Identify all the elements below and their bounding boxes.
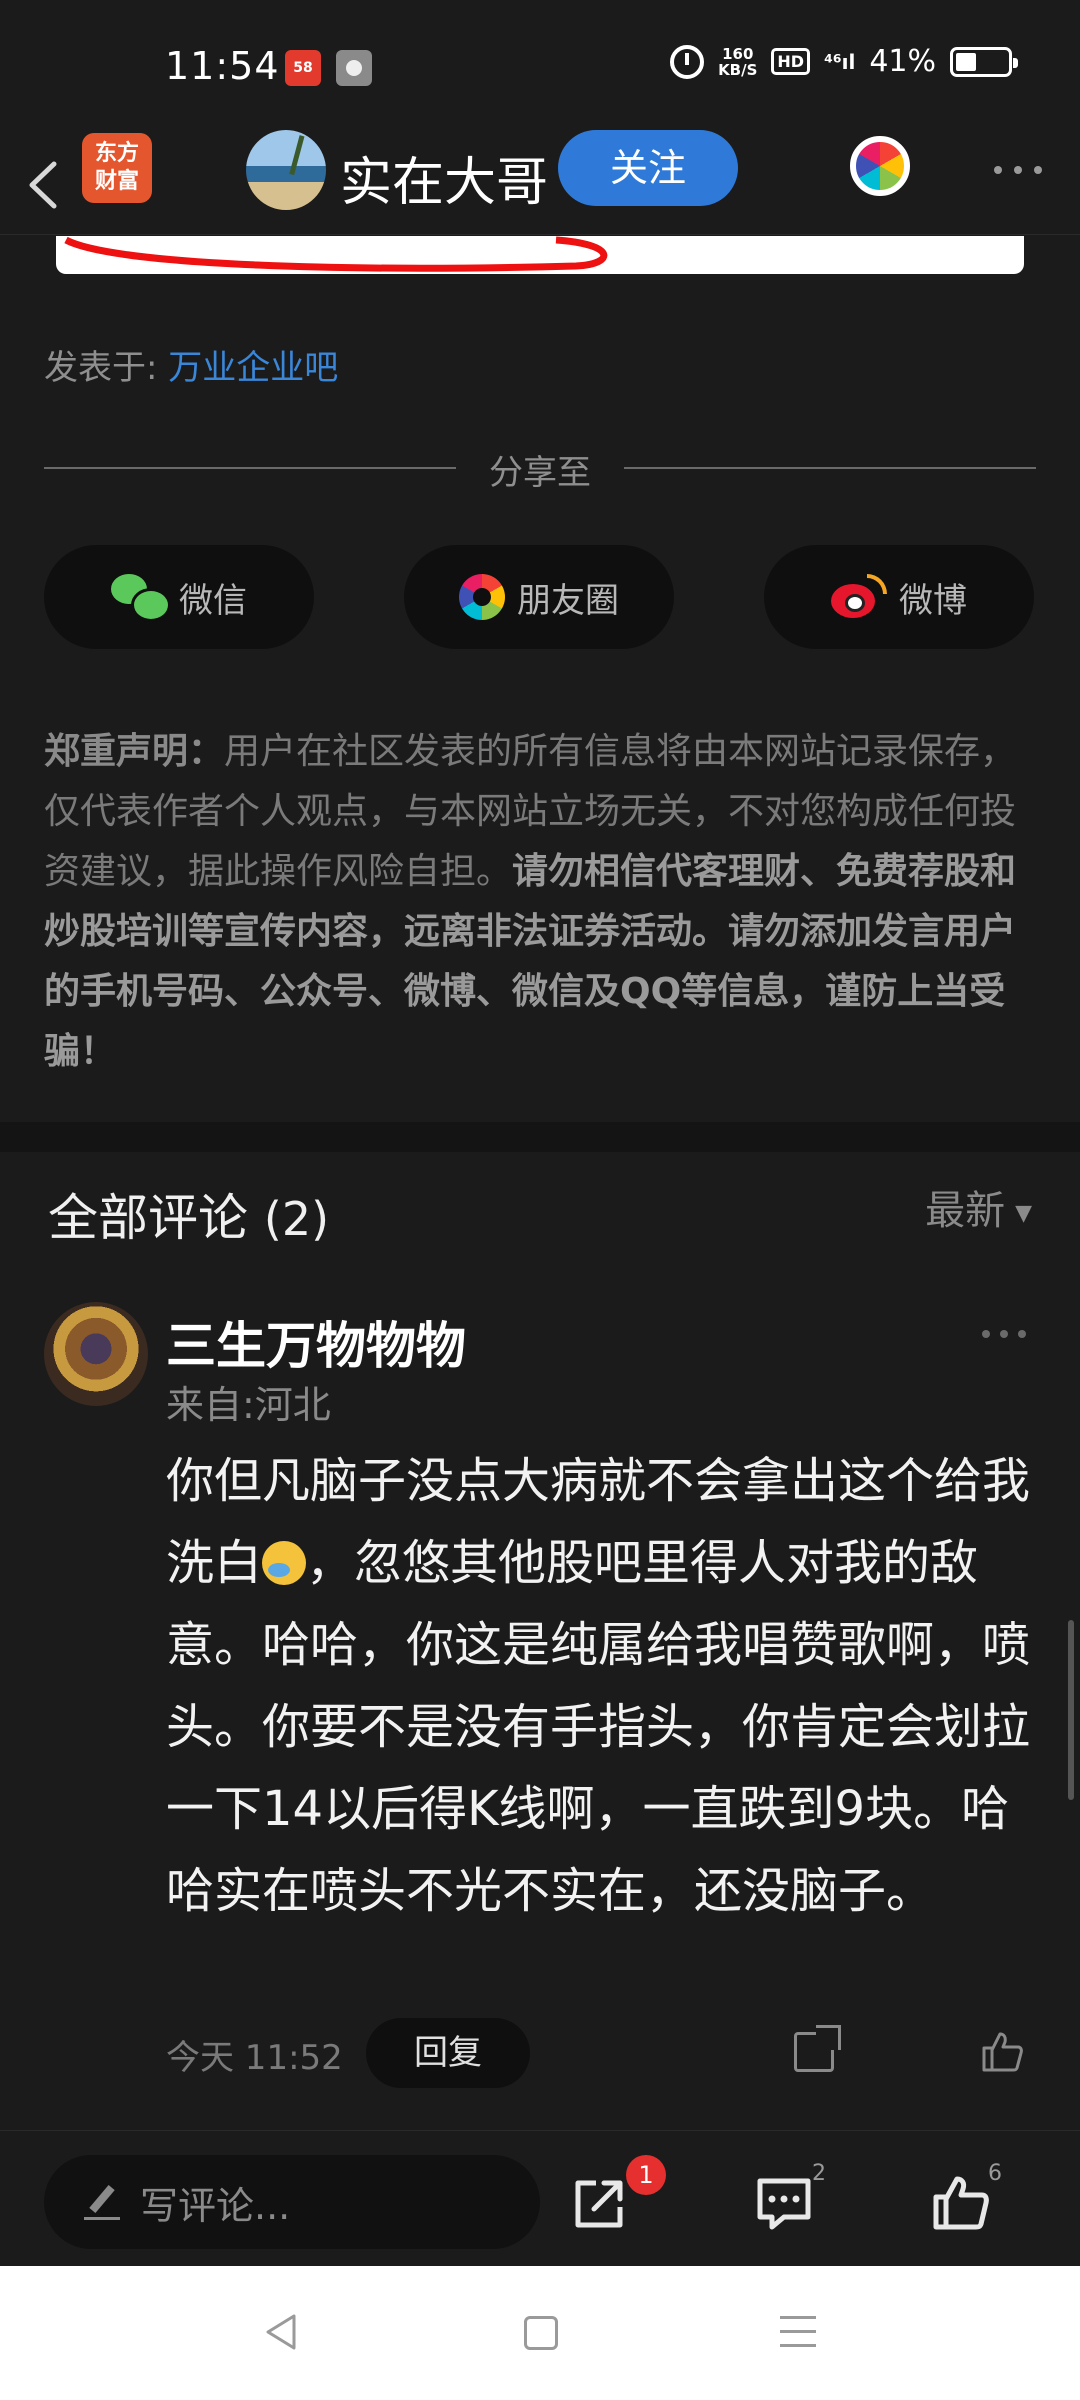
posted-prefix: 发表于: bbox=[44, 348, 169, 388]
red-annotation-mark bbox=[64, 236, 608, 272]
share-moments-label: 朋友圈 bbox=[517, 580, 619, 621]
post-image[interactable] bbox=[56, 236, 1024, 274]
app-settings-icon bbox=[336, 50, 372, 86]
author-avatar[interactable] bbox=[246, 130, 326, 210]
comments-title-text: 全部评论 bbox=[48, 1189, 248, 1247]
nav-menu-icon[interactable] bbox=[780, 2316, 816, 2350]
status-indicators: 160 KB/S HD ⁴⁶ıl 41% bbox=[670, 44, 1018, 79]
commenter-location: 来自:河北 bbox=[166, 1383, 331, 1427]
hd-icon: HD bbox=[771, 48, 811, 75]
disclaimer-title: 郑重声明 bbox=[44, 731, 189, 772]
moments-icon bbox=[459, 574, 505, 620]
like-count: 6 bbox=[988, 2161, 1002, 2186]
share-wechat-button[interactable]: 微信 bbox=[44, 545, 314, 649]
comment-input-placeholder: 写评论... bbox=[140, 2183, 291, 2228]
section-divider bbox=[0, 1122, 1080, 1152]
battery-icon bbox=[950, 46, 1018, 77]
share-badge: 1 bbox=[626, 2155, 666, 2195]
back-arrow-icon[interactable] bbox=[22, 158, 66, 212]
share-moments-button[interactable]: 朋友圈 bbox=[404, 545, 674, 649]
comments-title: 全部评论 (2) bbox=[48, 1178, 329, 1250]
share-weibo-button[interactable]: 微博 bbox=[764, 545, 1034, 649]
share-icon[interactable] bbox=[570, 2173, 630, 2233]
share-wheel-icon[interactable] bbox=[850, 136, 910, 196]
share-title: 分享至 bbox=[489, 453, 591, 493]
bar-link[interactable]: 万业企业吧 bbox=[168, 348, 338, 388]
follow-button[interactable]: 关注 bbox=[558, 130, 738, 206]
bottom-action-bar: 写评论... 1 2 6 bbox=[0, 2130, 1080, 2264]
status-bar: 11:54 58 160 KB/S HD ⁴⁶ıl 41% bbox=[0, 0, 1080, 130]
alarm-icon bbox=[670, 44, 705, 79]
brand-logo[interactable]: 东方 财富 bbox=[82, 133, 152, 203]
comment-like-icon[interactable] bbox=[980, 2030, 1024, 2074]
nav-back-icon[interactable] bbox=[262, 2312, 302, 2352]
reply-button[interactable]: 回复 bbox=[366, 2018, 530, 2088]
divider-line-right bbox=[624, 467, 1036, 469]
app-58-icon: 58 bbox=[285, 50, 321, 86]
sort-dropdown[interactable]: 最新 ▼ bbox=[925, 1178, 1032, 1236]
disclaimer-colon: ： bbox=[188, 731, 225, 772]
sort-label: 最新 bbox=[925, 1188, 1006, 1234]
comment-body: 你但凡脑子没点大病就不会拿出这个给我洗白 ，忽悠其他股吧里得人对我的敌意。哈哈，你… bbox=[166, 1440, 1042, 1932]
comment-text-part2: ，忽悠其他股吧里得人对我的敌意。哈哈，你这是纯属给我唱赞歌啊，喷头。你要不是没有… bbox=[166, 1535, 1031, 1919]
like-icon[interactable] bbox=[930, 2173, 990, 2233]
wechat-icon bbox=[111, 574, 171, 622]
laugh-cry-emoji-icon bbox=[262, 1541, 307, 1585]
system-nav-bar bbox=[0, 2266, 1080, 2400]
nav-home-icon[interactable] bbox=[524, 2316, 558, 2350]
pencil-icon bbox=[84, 2184, 120, 2220]
comment-timestamp: 今天 11:52 bbox=[166, 2038, 343, 2078]
comment-share-icon[interactable] bbox=[794, 2025, 841, 2072]
share-wechat-label: 微信 bbox=[179, 580, 247, 621]
post-header: 东方 财富 实在大哥 关注 bbox=[0, 130, 1080, 235]
disclaimer: 郑重声明：用户在社区发表的所有信息将由本网站记录保存，仅代表作者个人观点，与本网… bbox=[44, 722, 1038, 1082]
comment-input[interactable]: 写评论... bbox=[44, 2155, 540, 2249]
network-speed: 160 KB/S bbox=[718, 46, 757, 78]
author-name[interactable]: 实在大哥 bbox=[340, 140, 548, 215]
signal-icon: ⁴⁶ıl bbox=[824, 49, 856, 74]
posted-in: 发表于: 万业企业吧 bbox=[44, 340, 338, 389]
weibo-icon bbox=[831, 574, 887, 620]
speed-unit: KB/S bbox=[718, 60, 758, 79]
comment-icon[interactable] bbox=[754, 2173, 814, 2233]
comment-more-icon[interactable] bbox=[982, 1330, 1026, 1338]
scrollbar[interactable] bbox=[1068, 1620, 1074, 1800]
more-options-icon[interactable] bbox=[994, 166, 1042, 174]
commenter-avatar[interactable] bbox=[44, 1302, 148, 1406]
share-divider: 分享至 bbox=[44, 445, 1036, 495]
status-time: 11:54 bbox=[165, 44, 280, 88]
comment-count: 2 bbox=[812, 2161, 826, 2186]
comments-count: (2) bbox=[263, 1192, 330, 1246]
caret-down-icon: ▼ bbox=[1015, 1200, 1032, 1226]
share-weibo-label: 微博 bbox=[899, 580, 967, 621]
commenter-name[interactable]: 三生万物物物 bbox=[166, 1306, 466, 1378]
battery-percent: 41% bbox=[869, 44, 936, 79]
